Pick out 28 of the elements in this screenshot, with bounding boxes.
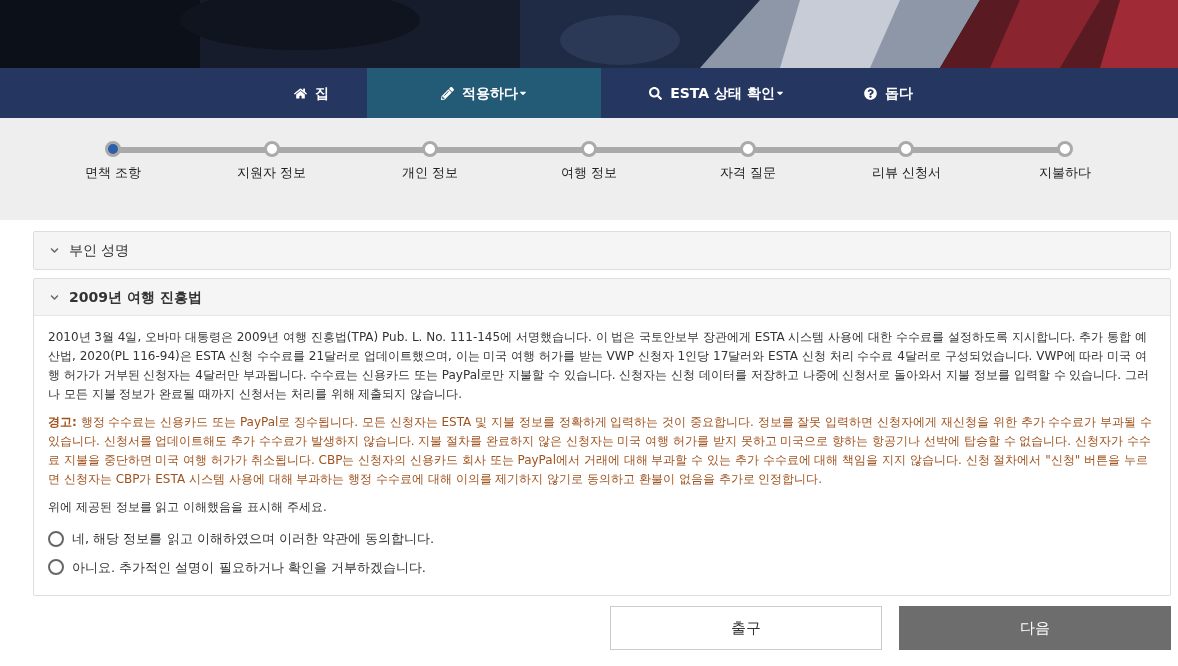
radio-label: 네, 해당 정보를 읽고 이해하였으며 이러한 약관에 동의합니다. [72,530,435,548]
search-icon [649,86,663,100]
radio-label: 아니요. 추가적인 설명이 필요하거나 확인을 거부하겠습니다. [72,558,426,577]
accordion-header[interactable]: 부인 성명 [34,232,1170,269]
body-text: 위에 제공된 정보를 읽고 이해했음을 표시해 주세요. [48,499,328,516]
step-label: 여행 정보 [560,164,618,182]
chevron-icon [50,292,59,302]
step-label: 지불하다 [1038,164,1091,182]
help-icon [863,86,877,100]
step-label: 개인 정보 [402,164,459,182]
step-label: 리뷰 신청서 [871,164,941,182]
nav-tab[interactable]: ESTA 상태 확인 [601,68,833,118]
nav-tab[interactable]: 집 [255,68,367,118]
exit-button[interactable]: 출구 [610,606,882,650]
chevron-icon [50,246,59,255]
next-button[interactable]: 다음 [899,606,1171,650]
step-label: 면책 조항 [84,164,142,182]
nav-tab[interactable]: 돕다 [833,68,943,118]
nav-tab[interactable]: 적용하다 [367,68,601,118]
step-label: 자격 질문 [719,164,776,182]
accordion-header[interactable]: 2009년 여행 진흥법 [34,279,1170,316]
home-icon [293,86,307,100]
body-text: 2010년 3월 4일, 오바마 대통령은 2009년 여행 진흥법(TPA) Pub. L. No. 111-145에 서명했습니다. 이 법은 국토안보부 장관에게 ESTA 시스템 사용에 대한 수수료를 설정하도록 지시합니다. 추가 통합 예산법, 2020(PL 116-94)은 ESTA 신청 수수료를 21달러로 업데이트했으며, 이는 미국 여행 허가를 받는 VWP 신청자 1인당 17달러와 ESTA 신청 처리 수수료 4달러로 구성되었습니다. VWP에 따라 미국 여행 허가가 거부된 신청자는 4달러만 부과됩니다. 수수료는 신용카드 또는 PayPal로만 지불할 수 있습니다. 신청자는 신청 데이터를 저장하고 나중에 신청서로 돌아와서 지불 정보를 입력할 수 있습니다. 그러나 모든 지불 정보가 완료될 때까지 신청서는 처리를 위해 제출되지 않습니다. [48,329,1150,403]
radio-button[interactable] [48,530,64,547]
warning-text: 경고: 행정 수수료는 신용카드 또는 PayPal로 징수됩니다. 모든 신청자는 ESTA 및 지불 정보를 정확하게 입력하는 것이 중요합니다. 정보를 잘못 입력하면 신청자에게 재신청을 위한 추가 수수료가 부과될 수 있습니다. 신청서를 업데이트해도 추가 수수료가 발생하지 않습니다. 지불 절차를 완료하지 않은 신청자는 미국 여행 허가를 받지 못하고 미국으로 향하는 항공기나 선박에 탑승할 수 없습니다. 신청자가 수수료 지불을 중단하면 미국 여행 허가가 취소됩니다. CBP는 신청자의 신용카드 회사 또는 PayPal에서 거래에 대해 부과할 수 있는 추가 수수료에 대해 책임을 지지 않습니다. 신청 절차에서 "신청" 버튼을 누르면 신청자는 CBP가 ESTA 시스템 사용에 대해 부과하는 행정 수수료에 대해 이의를 제기하지 않기로 동의하고 환불이 없음을 추가로 인정합니다. [48,414,1153,488]
radio-button[interactable] [48,559,64,576]
pencil-icon [440,86,454,100]
step-label: 지원자 정보 [237,164,307,182]
